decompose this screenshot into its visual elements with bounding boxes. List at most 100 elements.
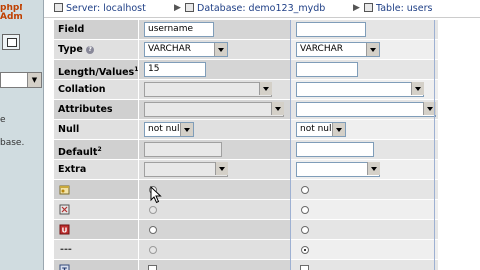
- breadcrumb-separator: ▶: [174, 3, 181, 13]
- index-cell: [54, 200, 138, 220]
- default-label-text: Default: [58, 147, 98, 159]
- default-input-1[interactable]: [144, 142, 222, 157]
- fulltext-checkbox-1[interactable]: [148, 265, 157, 270]
- fulltext-row: T: [54, 260, 438, 270]
- length-input-1[interactable]: 15: [144, 62, 206, 77]
- dash-icon: ---: [60, 244, 72, 255]
- index-row: [54, 200, 438, 220]
- primary-key-cell: [54, 180, 138, 200]
- attributes-select-2[interactable]: [296, 102, 436, 117]
- server-icon: [54, 3, 63, 12]
- breadcrumb-database-label[interactable]: Database: demo123_mydb: [197, 3, 325, 14]
- index-icon: [59, 204, 70, 215]
- unique-cell: U: [54, 220, 138, 240]
- breadcrumb-database[interactable]: Database: demo123_mydb: [185, 3, 325, 14]
- type-select-1-value: VARCHAR: [148, 44, 192, 54]
- no-index-cell: ---: [54, 240, 138, 260]
- field-name-input-1[interactable]: username: [144, 22, 214, 37]
- extra-label: Extra: [54, 160, 138, 180]
- database-select[interactable]: ▼: [0, 72, 42, 88]
- breadcrumb-table[interactable]: Table: users: [364, 3, 432, 14]
- chevron-down-icon[interactable]: [214, 43, 227, 56]
- extra-select-2-arrow[interactable]: [365, 162, 380, 177]
- primary-key-radio-2[interactable]: [301, 186, 309, 194]
- primary-key-row: [54, 180, 438, 200]
- index-radio-1[interactable]: [149, 206, 157, 214]
- primary-key-icon: [59, 185, 70, 195]
- null-label: Null: [54, 120, 138, 140]
- chevron-down-icon[interactable]: [259, 82, 272, 95]
- breadcrumb-separator: ▶: [353, 3, 360, 13]
- chevron-down-icon[interactable]: [367, 162, 380, 175]
- chevron-down-icon[interactable]: [180, 123, 193, 136]
- extra-row: Extra: [54, 160, 438, 180]
- fulltext-cell: T: [54, 260, 138, 270]
- null-select-2[interactable]: not null: [296, 122, 346, 137]
- collation-label: Collation: [54, 80, 138, 100]
- chevron-down-icon[interactable]: [215, 162, 228, 175]
- breadcrumb-server[interactable]: Server: localhost: [54, 3, 146, 14]
- attributes-select-1[interactable]: [144, 102, 284, 117]
- database-icon: [185, 3, 194, 12]
- length-row: Length/Values1 15: [54, 60, 438, 80]
- default-footnote: 2: [97, 146, 102, 153]
- default-label: Default2: [54, 140, 138, 160]
- left-text-line: base.: [0, 138, 25, 148]
- mouse-pointer-icon: [150, 186, 162, 204]
- field-label: Field: [54, 20, 138, 40]
- unique-radio-1[interactable]: [149, 226, 157, 234]
- unique-icon: U: [59, 224, 70, 235]
- collation-select-1[interactable]: [144, 82, 272, 97]
- chevron-down-icon[interactable]: [411, 82, 424, 95]
- field-name-input-2[interactable]: [296, 22, 366, 37]
- table-icon: [364, 3, 373, 12]
- breadcrumb-table-label[interactable]: Table: users: [376, 3, 432, 14]
- column-divider: [434, 20, 435, 270]
- chevron-down-icon[interactable]: [332, 123, 345, 136]
- svg-text:T: T: [62, 267, 67, 270]
- type-row: Type ? VARCHAR VARCHAR: [54, 40, 438, 60]
- null-select-1-value: not null: [148, 124, 183, 134]
- no-index-radio-2[interactable]: [301, 246, 309, 254]
- unique-radio-2[interactable]: [301, 226, 309, 234]
- index-radio-2[interactable]: [301, 206, 309, 214]
- length-label-text: Length/Values: [58, 67, 135, 79]
- collation-row: Collation: [54, 80, 438, 100]
- chevron-down-icon[interactable]: [271, 102, 284, 115]
- svg-text:U: U: [62, 227, 68, 235]
- length-label: Length/Values1: [54, 60, 138, 80]
- fulltext-icon: T: [59, 264, 70, 270]
- attributes-select-1-arrow[interactable]: [269, 102, 284, 117]
- type-label-text: Type: [58, 44, 83, 55]
- length-input-2[interactable]: [296, 62, 358, 77]
- collation-select-1-arrow[interactable]: [257, 82, 272, 97]
- breadcrumb-server-label[interactable]: Server: localhost: [66, 3, 146, 14]
- type-select-1[interactable]: VARCHAR: [144, 42, 228, 57]
- left-frame: phpMy Admin ▼ e base.: [0, 0, 44, 270]
- type-select-2-value: VARCHAR: [300, 44, 344, 54]
- phpmyadmin-logo[interactable]: phpMy Admin: [0, 4, 22, 22]
- attributes-row: Attributes: [54, 100, 438, 120]
- null-select-2-value: not null: [300, 124, 335, 134]
- no-index-row: ---: [54, 240, 438, 260]
- extra-select-1-arrow[interactable]: [213, 162, 228, 177]
- type-select-2[interactable]: VARCHAR: [296, 42, 380, 57]
- field-row: Field username: [54, 20, 438, 40]
- type-label: Type ?: [54, 40, 138, 60]
- query-window-icon[interactable]: [2, 34, 20, 50]
- breadcrumb: Server: localhost ▶ Database: demo123_my…: [44, 0, 480, 18]
- default-input-2[interactable]: [296, 142, 374, 157]
- chevron-down-icon[interactable]: [366, 43, 379, 56]
- null-row: Null not null not null: [54, 120, 438, 140]
- unique-row: U: [54, 220, 438, 240]
- collation-select-2[interactable]: [296, 82, 424, 97]
- collation-select-2-arrow[interactable]: [409, 82, 424, 97]
- left-text-line: e: [0, 115, 6, 125]
- column-divider: [290, 20, 291, 270]
- chevron-down-icon[interactable]: ▼: [27, 73, 41, 87]
- null-select-1[interactable]: not null: [144, 122, 194, 137]
- fulltext-checkbox-2[interactable]: [300, 265, 309, 270]
- attributes-label: Attributes: [54, 100, 138, 120]
- help-icon[interactable]: ?: [86, 46, 95, 54]
- no-index-radio-1[interactable]: [149, 246, 157, 254]
